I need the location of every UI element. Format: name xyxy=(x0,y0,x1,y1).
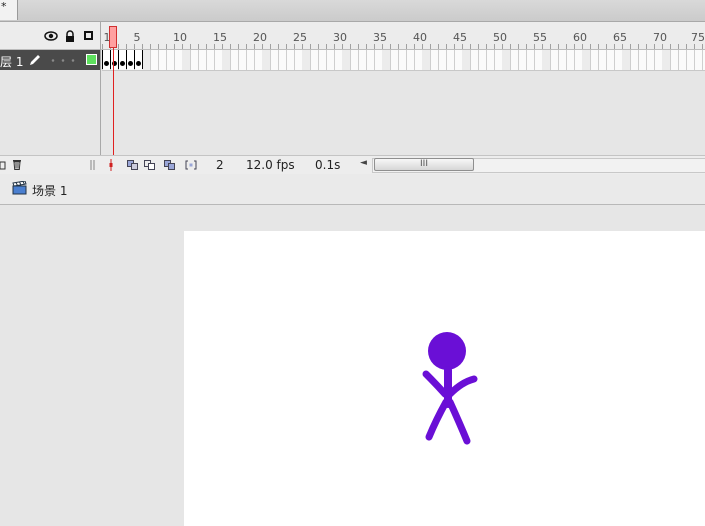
show-hide-all-icon[interactable] xyxy=(44,30,58,42)
frame-stripe xyxy=(622,50,630,70)
resize-grip-icon[interactable] xyxy=(90,159,96,170)
stick-figure-left-arm xyxy=(422,370,449,398)
ruler-tick: 60 xyxy=(573,31,587,44)
clapperboard-icon xyxy=(12,180,27,195)
ruler-tick: 65 xyxy=(613,31,627,44)
pencil-icon xyxy=(28,54,42,66)
frame-stripe xyxy=(142,50,150,70)
frame-stripe xyxy=(502,50,510,70)
outline-all-icon[interactable] xyxy=(84,31,93,40)
ruler-tick: 10 xyxy=(173,31,187,44)
ruler-tick: 30 xyxy=(333,31,347,44)
elapsed-time-readout: 0.1s xyxy=(315,158,341,172)
ruler-tick: 40 xyxy=(413,31,427,44)
playhead-line xyxy=(113,48,114,172)
stick-figure-right-leg xyxy=(446,398,471,445)
lock-all-icon[interactable] xyxy=(64,30,76,42)
ruler-tick: 20 xyxy=(253,31,267,44)
frame-stripe xyxy=(422,50,430,70)
frame-grid[interactable] xyxy=(102,50,705,71)
keyframe[interactable] xyxy=(102,50,110,69)
timeline-scrollbar-thumb[interactable]: III xyxy=(374,158,474,171)
ruler-minor-ticks xyxy=(102,44,705,49)
stick-figure[interactable] xyxy=(418,328,482,448)
layer-frame-divider[interactable] xyxy=(100,22,101,172)
ruler-tick: 50 xyxy=(493,31,507,44)
stick-figure-left-leg xyxy=(425,398,450,441)
stick-figure-head xyxy=(428,332,466,370)
frames-panel-empty xyxy=(102,71,705,154)
frame-stripe xyxy=(542,50,550,70)
layer-name: 层 1 xyxy=(0,55,24,69)
ruler-tick: 15 xyxy=(213,31,227,44)
trash-icon[interactable] xyxy=(12,159,22,170)
ruler-tick: 55 xyxy=(533,31,547,44)
keyframe[interactable] xyxy=(118,50,126,69)
frame-stripe xyxy=(342,50,350,70)
document-tab[interactable]: * xyxy=(0,0,18,20)
frame-stripe xyxy=(262,50,270,70)
scroll-left-arrow-icon[interactable]: ◄ xyxy=(360,158,367,168)
keyframe[interactable] xyxy=(126,50,134,69)
onion-skin-icon[interactable] xyxy=(127,159,139,170)
frame-stripe xyxy=(462,50,470,70)
ruler-tick: 25 xyxy=(293,31,307,44)
scene-bar: 场景 1 xyxy=(0,174,705,205)
frame-stripe xyxy=(302,50,310,70)
document-tab-bar: * xyxy=(0,0,705,22)
document-tab-label: * xyxy=(1,0,7,13)
frame-stripe xyxy=(662,50,670,70)
frame-rate-readout[interactable]: 12.0 fps xyxy=(246,158,295,172)
keyframe[interactable] xyxy=(134,50,142,69)
layer-toggle-icons xyxy=(44,30,100,44)
ruler-tick: 75 xyxy=(691,31,705,44)
layer-visibility-dots[interactable] xyxy=(48,59,78,62)
ruler-tick: 35 xyxy=(373,31,387,44)
onion-skin-outlines-icon[interactable] xyxy=(144,159,156,170)
modify-onion-markers-icon[interactable] xyxy=(185,159,197,170)
keyframe[interactable] xyxy=(110,50,118,69)
current-frame-readout: 2 xyxy=(216,158,224,172)
stick-figure-right-arm xyxy=(446,375,478,398)
layers-panel-empty xyxy=(0,71,100,154)
frame-stripe xyxy=(222,50,230,70)
center-frame-icon[interactable] xyxy=(107,159,115,171)
ruler-tick: 5 xyxy=(133,31,141,44)
edit-multiple-frames-icon[interactable] xyxy=(164,159,176,170)
frame-ruler[interactable]: 1 5 10 15 20 25 30 35 40 45 50 55 60 65 … xyxy=(102,22,705,49)
keyframe-span xyxy=(102,50,143,69)
playhead[interactable] xyxy=(109,26,117,48)
ruler-tick: 70 xyxy=(653,31,667,44)
ruler-tick: 45 xyxy=(453,31,467,44)
new-folder-icon[interactable] xyxy=(0,159,6,170)
layer-row[interactable]: 层 1 xyxy=(0,50,100,70)
layer-outline-color-swatch[interactable] xyxy=(86,54,97,65)
scene-breadcrumb[interactable]: 场景 1 xyxy=(32,182,67,199)
timeline-header: 1 5 10 15 20 25 30 35 40 45 50 55 60 65 … xyxy=(0,22,705,50)
frame-stripe xyxy=(182,50,190,70)
scroll-thumb-grip: III xyxy=(420,159,428,169)
frame-stripe xyxy=(582,50,590,70)
frame-stripe xyxy=(382,50,390,70)
timeline-status-bar: 2 12.0 fps 0.1s ◄ III xyxy=(0,155,705,175)
